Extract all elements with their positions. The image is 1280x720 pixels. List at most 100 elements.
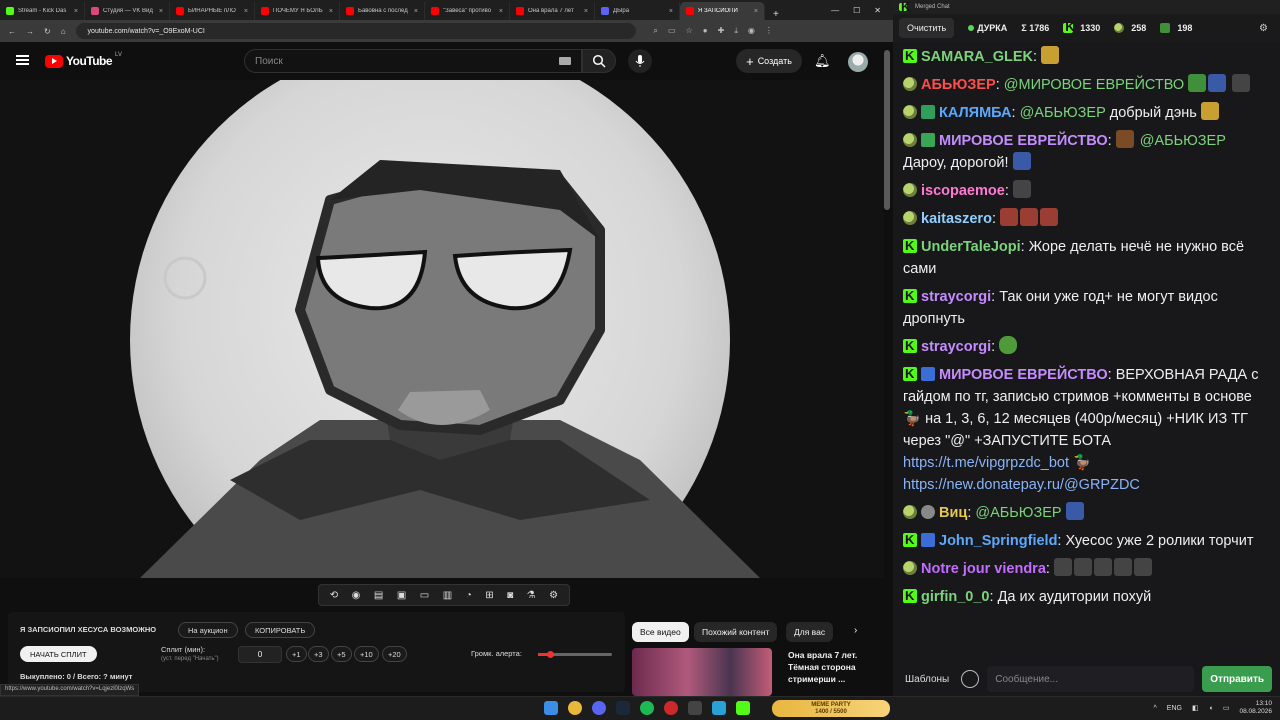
back-icon[interactable]: ← [8,27,16,36]
increment-button[interactable]: +10 [354,646,379,662]
new-tab-button[interactable]: + [765,9,787,20]
clapper-icon[interactable]: ▣ [397,590,406,601]
search-button[interactable] [582,49,616,73]
rec-video-title[interactable]: Она врала 7 лет. Тёмная сторона стримерш… [788,649,878,685]
profile-icon[interactable]: ◉ [748,26,755,36]
app-icon[interactable] [688,701,702,715]
mention[interactable]: @АБЬЮЗЕР [975,505,1061,521]
home-icon[interactable]: ⌂ [61,27,66,36]
message-input[interactable]: Сообщение... [987,666,1195,692]
mention[interactable]: @АБЬЮЗЕР [1020,105,1106,121]
add-icon[interactable]: ⊞ [485,590,493,601]
browser-tab[interactable]: Я ЗАПСИОПИ × [680,2,765,20]
chevron-right-icon[interactable]: › [854,625,857,636]
forward-icon[interactable]: → [26,27,34,36]
alert-volume-slider[interactable] [538,651,612,658]
minimize-icon[interactable]: — [831,6,839,15]
meme-party-widget[interactable]: MEME PARTY 1400 / 5500 [772,700,890,717]
obs-icon[interactable] [664,701,678,715]
extension-icon[interactable]: ● [703,26,708,36]
chat-nick[interactable]: АБЬЮЗЕР [921,77,996,93]
chat-nick[interactable]: straycorgi [921,339,991,355]
browser-tab[interactable]: ПОЧЕМУ Я БОЛЬ × [255,2,340,20]
chat-nick[interactable]: kaitaszero [921,211,992,227]
youtube-logo[interactable]: YouTube LV [45,52,122,68]
notifications-bell-icon[interactable]: 🔔︎ [814,53,831,69]
tab-close-icon[interactable]: × [669,8,673,15]
slider-knob[interactable] [546,651,554,658]
chat-nick[interactable]: МИРОВОЕ ЕВРЕЙСТВО [939,367,1108,383]
mention[interactable]: @МИРОВОЕ ЕВРЕЙСТВО [1004,77,1184,93]
video-thumbnail[interactable] [632,648,772,696]
avatar[interactable] [848,52,868,72]
chat-nick[interactable]: John_Springfield [939,533,1057,549]
reload-icon[interactable]: ↻ [44,27,51,36]
keyboard-icon[interactable] [559,57,571,65]
screenshot-icon[interactable]: ◙ [507,590,513,601]
loop-icon[interactable]: ⟲ [330,590,338,601]
close-icon[interactable]: ✕ [874,6,881,15]
clock[interactable]: 13:10 08.08.2026 [1239,700,1272,716]
chat-link[interactable]: https://new.donatepay.ru/@GRPZDC [903,477,1140,493]
chat-nick[interactable]: SAMARA_GLEK [921,49,1033,65]
browser-tab[interactable]: ДЫра × [595,2,680,20]
emoji-icon[interactable] [961,670,980,688]
download-icon[interactable]: ⤓ [734,26,738,36]
tab-similar[interactable]: Похожий контент [694,622,778,642]
battery-icon[interactable]: ▭ [1223,704,1230,712]
chat-link[interactable]: https://t.me/vipgrpzdc_bot [903,455,1069,471]
telegram-icon[interactable] [712,701,726,715]
tab-close-icon[interactable]: × [329,8,333,15]
discord-icon[interactable] [592,701,606,715]
cast-icon[interactable]: ▭ [668,26,676,36]
tab-close-icon[interactable]: × [414,8,418,15]
chat-nick[interactable]: iscopaemoe [921,183,1005,199]
mention[interactable]: @АБЬЮЗЕР [1140,133,1226,149]
zoom-icon[interactable]: ⌕ [654,26,658,36]
menu-dots-icon[interactable]: ⋮ [765,26,773,36]
menu-icon[interactable] [16,55,29,65]
tab-close-icon[interactable]: × [499,8,503,15]
video-player[interactable] [0,80,884,578]
create-button[interactable]: + Создать [736,49,802,73]
bookmark-star-icon[interactable]: ☆ [686,26,693,36]
miniplayer-icon[interactable]: ▭ [420,590,429,601]
tab-close-icon[interactable]: × [159,8,163,15]
browser-tab[interactable]: Она врала 7 лет × [510,2,595,20]
chat-nick[interactable]: Виц [939,505,967,521]
chat-nick[interactable]: КАЛЯМБА [939,105,1012,121]
increment-button[interactable]: +20 [382,646,407,662]
start-split-button[interactable]: НАЧАТЬ СПЛИТ [20,646,97,662]
theater-icon[interactable]: ▥ [443,590,452,601]
tab-close-icon[interactable]: × [74,8,78,15]
tab-close-icon[interactable]: × [754,8,758,15]
tab-close-icon[interactable]: × [244,8,248,15]
url-field[interactable]: youtube.com/watch?v=_O9ExoM-UCI [75,23,636,39]
language-indicator[interactable]: ENG [1167,705,1182,712]
increment-button[interactable]: +3 [308,646,329,662]
spotify-icon[interactable] [640,701,654,715]
chrome-icon[interactable] [568,701,582,715]
chat-nick[interactable]: girfin_0_0 [921,589,990,605]
auction-button[interactable]: На аукцион [178,622,238,638]
maximize-icon[interactable]: ☐ [853,6,860,15]
browser-tab[interactable]: Stream - Kick Das × [0,2,85,20]
tray-chevron-icon[interactable]: ^ [1154,705,1157,712]
volume-icon[interactable]: ◖ [1209,705,1213,712]
flask-icon[interactable]: ⚗ [527,590,536,601]
audio-icon[interactable]: ◉ [352,590,361,601]
send-button[interactable]: Отправить [1202,666,1272,692]
chat-settings-icon[interactable]: ⚙ [1259,23,1268,34]
puzzle-icon[interactable]: ✚ [718,26,725,36]
tab-close-icon[interactable]: × [584,8,588,15]
browser-tab[interactable]: Студия — VK Вид × [85,2,170,20]
browser-tab[interactable]: "Завеса" противо × [425,2,510,20]
tab-for-you[interactable]: Для вас [786,622,834,642]
tab-all-videos[interactable]: Все видео [632,622,689,642]
templates-button[interactable]: Шаблоны [901,674,953,685]
start-icon[interactable] [544,701,558,715]
network-icon[interactable]: ◧ [1192,704,1199,712]
steam-icon[interactable] [616,701,630,715]
browser-tab[interactable]: Бавовна с послед × [340,2,425,20]
chat-nick[interactable]: Notre jour viendra [921,561,1046,577]
